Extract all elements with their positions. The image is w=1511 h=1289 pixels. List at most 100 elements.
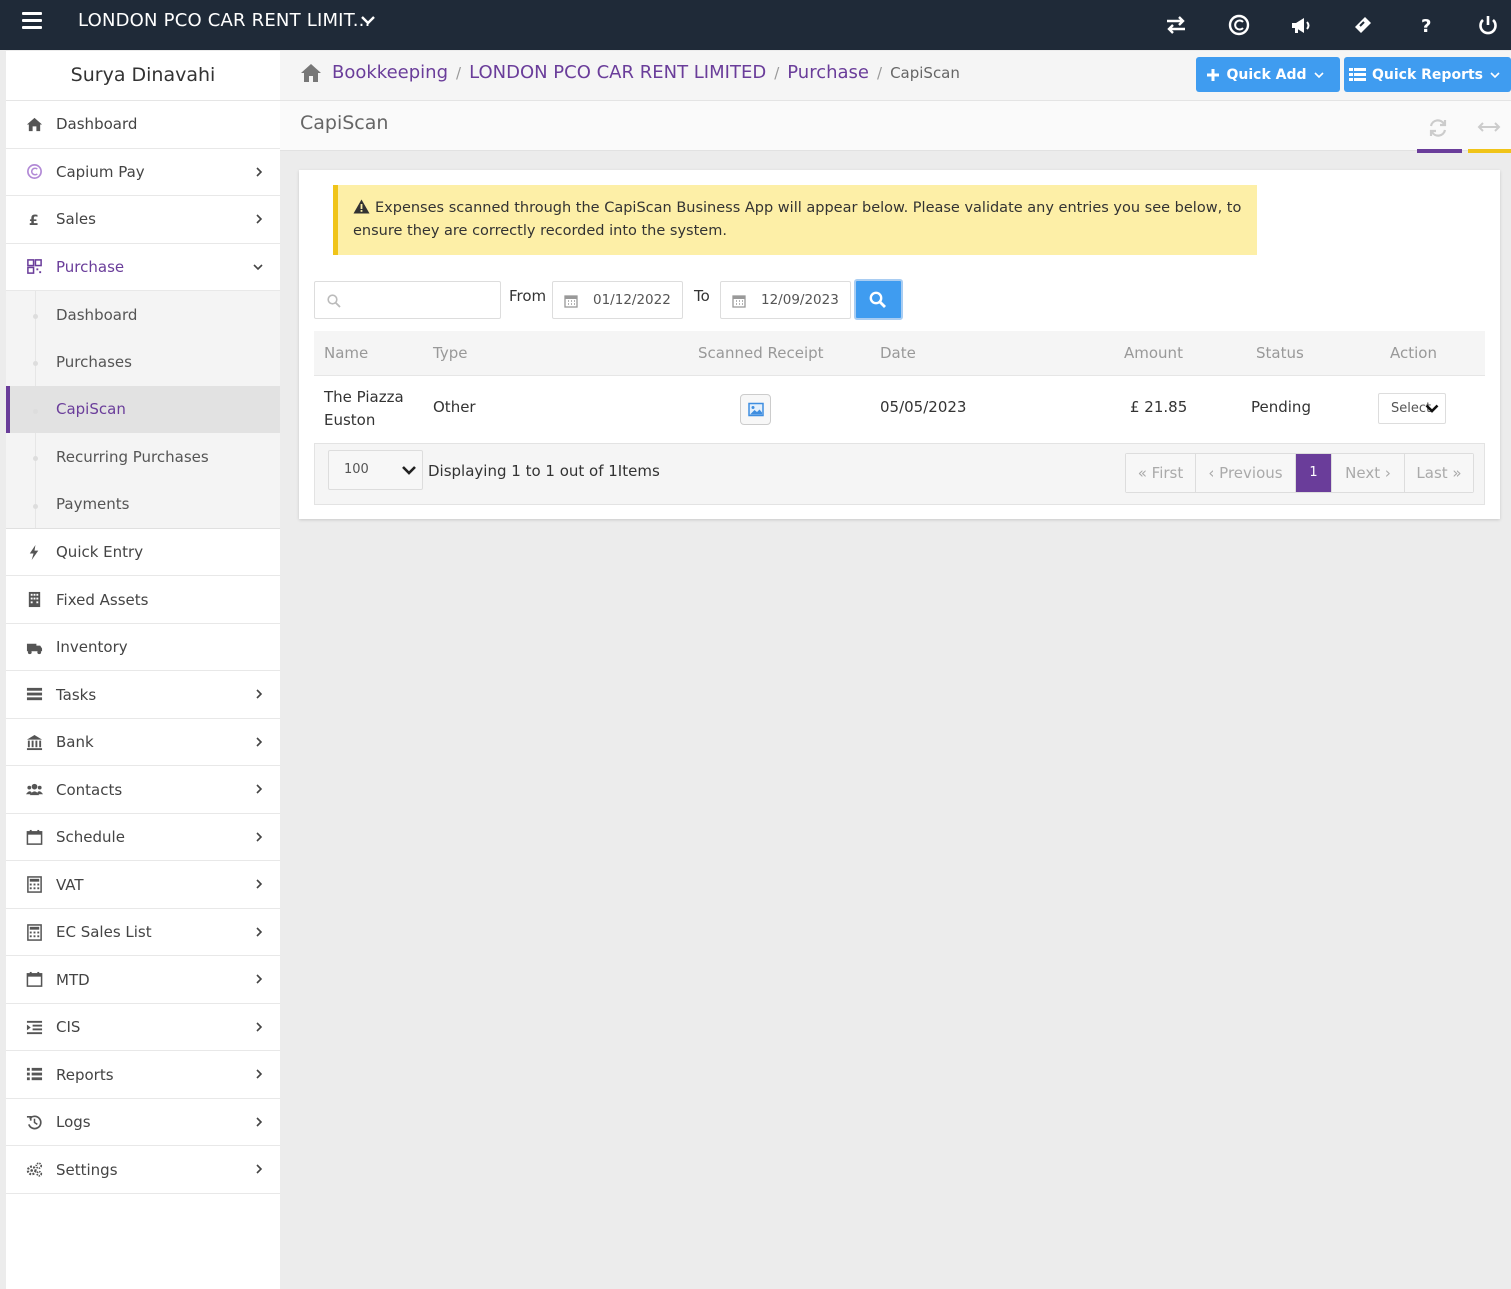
expand-horizontal-icon[interactable] [1477, 117, 1501, 137]
home-icon[interactable] [300, 63, 322, 83]
pagination: « First ‹ Previous 1 Next › Last » [1125, 453, 1474, 493]
chevron-down-icon[interactable] [360, 12, 376, 28]
pagination-previous[interactable]: ‹ Previous [1196, 454, 1296, 492]
chevron-down-icon [1425, 404, 1439, 413]
sidebar-item-settings[interactable]: Settings [6, 1146, 280, 1194]
chevron-right-icon [256, 166, 263, 177]
sidebar-subitem-purchases[interactable]: Purchases [6, 338, 280, 385]
column-header-action[interactable]: Action [1390, 344, 1437, 362]
tasks-icon [24, 686, 44, 704]
sidebar-item-sales[interactable]: £ Sales [6, 196, 280, 244]
sidebar-item-capium-pay[interactable]: Capium Pay [6, 149, 280, 196]
breadcrumb-current: CapiScan [890, 63, 960, 82]
quick-reports-button[interactable]: Quick Reports [1344, 57, 1511, 92]
hamburger-menu-icon[interactable] [22, 12, 42, 30]
chevron-right-icon [256, 689, 263, 700]
sidebar-item-vat[interactable]: VAT [6, 861, 280, 909]
search-input[interactable] [314, 281, 501, 319]
sidebar-subitem-recurring-purchases[interactable]: Recurring Purchases [6, 433, 280, 480]
cell-status: Pending [1251, 398, 1311, 416]
capium-pay-icon [24, 163, 44, 181]
chevron-right-icon [256, 879, 263, 890]
sidebar-item-label: Sales [56, 210, 96, 229]
breadcrumb-purchase[interactable]: Purchase [787, 62, 869, 83]
sidebar-item-reports[interactable]: Reports [6, 1051, 280, 1099]
chevron-down-icon [253, 263, 263, 270]
switch-icon[interactable] [1164, 13, 1188, 37]
sidebar-item-purchase[interactable]: Purchase [6, 244, 280, 291]
capium-icon[interactable] [1227, 13, 1251, 37]
qrcode-icon [24, 258, 44, 276]
bolt-icon [24, 543, 44, 561]
company-selector[interactable]: LONDON PCO CAR RENT LIMIT... [78, 10, 371, 31]
svg-text:?: ? [1421, 16, 1431, 37]
sidebar-item-inventory[interactable]: Inventory [6, 624, 280, 672]
announcement-icon[interactable] [1289, 13, 1313, 37]
ticket-icon[interactable] [1351, 13, 1375, 37]
chevron-right-icon [256, 1164, 263, 1175]
sidebar-item-cis[interactable]: CIS [6, 1004, 280, 1052]
breadcrumb-company[interactable]: LONDON PCO CAR RENT LIMITED [469, 62, 766, 83]
pagination-first[interactable]: « First [1126, 454, 1196, 492]
column-header-date[interactable]: Date [880, 344, 916, 362]
chevron-down-icon [1490, 71, 1500, 78]
sidebar-item-schedule[interactable]: Schedule [6, 814, 280, 862]
image-icon [748, 402, 764, 417]
pagination-page-1[interactable]: 1 [1296, 454, 1332, 492]
chevron-right-icon [256, 927, 263, 937]
chevron-right-icon [256, 1069, 263, 1080]
sidebar-item-label: Capium Pay [56, 162, 145, 181]
top-bar: LONDON PCO CAR RENT LIMIT... ? [0, 0, 1511, 50]
cell-type: Other [433, 398, 476, 416]
search-icon [869, 291, 886, 308]
search-button[interactable] [854, 279, 903, 320]
sidebar-subitem-payments[interactable]: Payments [6, 481, 280, 528]
sidebar-item-ec-sales-list[interactable]: EC Sales List [6, 909, 280, 957]
column-header-scanned-receipt[interactable]: Scanned Receipt [698, 344, 824, 362]
refresh-icon[interactable] [1427, 117, 1449, 139]
view-receipt-button[interactable] [740, 394, 771, 425]
alert-text: Expenses scanned through the CapiScan Bu… [353, 200, 1242, 239]
pagination-next[interactable]: Next › [1332, 454, 1405, 492]
sidebar-subitem-dashboard[interactable]: Dashboard [6, 291, 280, 338]
calendar-icon [24, 828, 44, 846]
column-header-name[interactable]: Name [324, 344, 368, 362]
breadcrumb-bookkeeping[interactable]: Bookkeeping [332, 62, 448, 83]
power-icon[interactable] [1476, 13, 1500, 37]
calendar-icon [564, 295, 578, 308]
chevron-down-icon [1313, 71, 1324, 78]
sidebar-item-mtd[interactable]: MTD [6, 956, 280, 1004]
sidebar-item-quick-entry[interactable]: Quick Entry [6, 529, 280, 577]
pagination-last[interactable]: Last » [1405, 454, 1473, 492]
chevron-right-icon [256, 1117, 263, 1127]
building-icon [24, 591, 44, 609]
chevron-right-icon [256, 214, 263, 224]
sidebar-item-dashboard[interactable]: Dashboard [6, 101, 280, 149]
action-select[interactable]: Select [1378, 393, 1446, 424]
sidebar-item-logs[interactable]: Logs [6, 1099, 280, 1147]
pagination-summary: Displaying 1 to 1 out of 1Items [428, 462, 660, 480]
history-icon [24, 1113, 44, 1131]
accent-bar-yellow [1468, 149, 1511, 153]
quick-add-button[interactable]: Quick Add [1196, 57, 1340, 92]
column-header-type[interactable]: Type [433, 344, 467, 362]
sidebar-item-label: Purchase [56, 257, 125, 276]
column-header-amount[interactable]: Amount [1124, 344, 1183, 362]
calendar-icon [732, 295, 746, 308]
capiscan-panel: Expenses scanned through the CapiScan Bu… [299, 170, 1500, 519]
chevron-right-icon [256, 974, 263, 985]
page-size-select[interactable]: 100 [328, 450, 423, 490]
sidebar-item-tasks[interactable]: Tasks [6, 671, 280, 719]
calendar-icon [24, 971, 44, 989]
home-icon [24, 115, 44, 133]
table-footer: 100 Displaying 1 to 1 out of 1Items « Fi… [314, 443, 1485, 505]
breadcrumb: Bookkeeping / LONDON PCO CAR RENT LIMITE… [300, 62, 960, 83]
sidebar-item-bank[interactable]: Bank [6, 719, 280, 767]
sidebar-subitem-capiscan[interactable]: CapiScan [6, 385, 280, 434]
from-date-input[interactable]: 01/12/2022 [552, 281, 683, 319]
help-icon[interactable]: ? [1414, 13, 1438, 37]
sidebar-item-fixed-assets[interactable]: Fixed Assets [6, 576, 280, 624]
column-header-status[interactable]: Status [1256, 344, 1304, 362]
to-date-input[interactable]: 12/09/2023 [720, 281, 851, 319]
sidebar-item-contacts[interactable]: Contacts [6, 766, 280, 814]
